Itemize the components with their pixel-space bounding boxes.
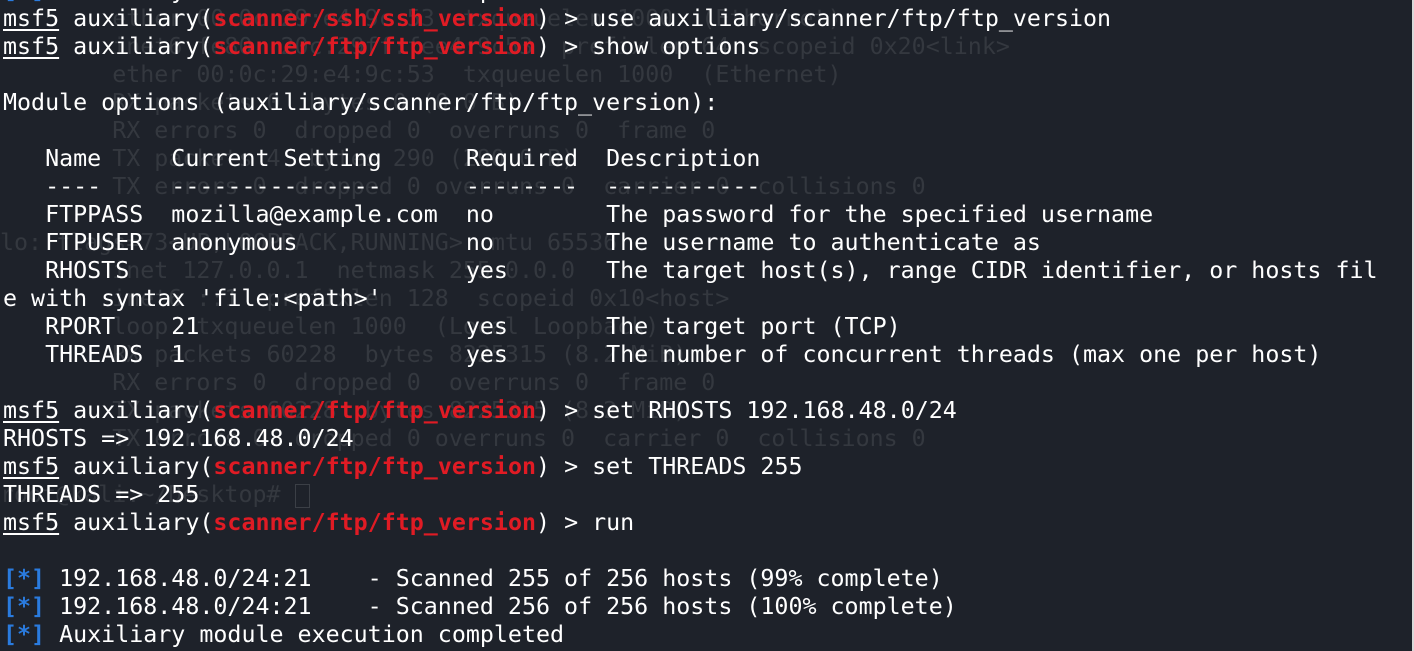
output-line: FTPPASS mozilla@example.com no The passw… — [3, 201, 1154, 228]
prompt-label: msf5 — [3, 453, 60, 480]
status-marker: [*] — [3, 565, 46, 592]
output-line: e with syntax 'file:<path>' — [3, 285, 382, 312]
prompt-module-path: scanner/ftp/ftp_version — [213, 397, 537, 424]
status-marker: [*] — [3, 0, 45, 4]
command-text: set RHOSTS 192.168.48.0/24 — [592, 397, 957, 424]
terminal-output: [*] Auxiliary module execution completed… — [3, 0, 1378, 649]
prompt-module-type: auxiliary — [73, 453, 200, 480]
prompt-label: msf5 — [3, 397, 60, 424]
terminal-window[interactable]: ether 00:0c:29:e4:9c:53 txqueuelen 1000 … — [0, 0, 1414, 651]
prompt-line: msf5 auxiliary(scanner/ssh/ssh_version) … — [3, 5, 1378, 33]
prompt-label: msf5 — [3, 33, 60, 60]
prompt-module-type: auxiliary — [73, 33, 200, 60]
status-text: Auxiliary module execution completed — [45, 0, 564, 4]
status-line: [*] 192.168.48.0/24:21 - Scanned 256 of … — [3, 593, 1378, 621]
prompt-line: msf5 auxiliary(scanner/ftp/ftp_version) … — [3, 453, 1378, 481]
prompt-line: msf5 auxiliary(scanner/ftp/ftp_version) … — [3, 397, 1378, 425]
output-line: RHOSTS => 192.168.48.0/24 — [3, 425, 354, 452]
prompt-open-paren: ( — [199, 397, 214, 424]
status-marker: [*] — [3, 621, 46, 648]
prompt-module-path: scanner/ftp/ftp_version — [213, 33, 537, 60]
prompt-open-paren: ( — [199, 453, 214, 480]
prompt-close: ) > — [536, 453, 593, 480]
command-text: run — [592, 509, 635, 536]
prompt-module-type: auxiliary — [73, 397, 200, 424]
status-text: 192.168.48.0/24:21 - Scanned 256 of 256 … — [45, 593, 957, 620]
prompt-line: msf5 auxiliary(scanner/ftp/ftp_version) … — [3, 33, 1378, 61]
output-line: THREADS 1 yes The number of concurrent t… — [3, 341, 1322, 368]
status-marker: [*] — [3, 593, 46, 620]
status-line: [*] 192.168.48.0/24:21 - Scanned 255 of … — [3, 565, 1378, 593]
status-line: [*] Auxiliary module execution completed — [3, 621, 1378, 649]
prompt-open-paren: ( — [199, 33, 214, 60]
prompt-module-path: scanner/ssh/ssh_version — [213, 5, 537, 32]
command-text: show options — [592, 33, 761, 60]
output-line: Module options (auxiliary/scanner/ftp/ft… — [3, 89, 719, 116]
output-line: Name Current Setting Required Descriptio… — [3, 145, 761, 172]
output-line: THREADS => 255 — [3, 481, 200, 508]
prompt-open-paren: ( — [199, 5, 214, 32]
prompt-close: ) > — [536, 397, 593, 424]
prompt-close: ) > — [536, 509, 593, 536]
prompt-module-type: auxiliary — [73, 5, 200, 32]
command-text: set THREADS 255 — [592, 453, 803, 480]
prompt-close: ) > — [536, 5, 593, 32]
status-text: 192.168.48.0/24:21 - Scanned 255 of 256 … — [45, 565, 943, 592]
prompt-label: msf5 — [3, 509, 60, 536]
prompt-module-type: auxiliary — [73, 509, 200, 536]
command-text: use auxiliary/scanner/ftp/ftp_version — [592, 5, 1112, 32]
prompt-label: msf5 — [3, 5, 60, 32]
prompt-module-path: scanner/ftp/ftp_version — [213, 509, 537, 536]
output-line: RHOSTS yes The target host(s), range CID… — [3, 257, 1378, 284]
prompt-line: msf5 auxiliary(scanner/ftp/ftp_version) … — [3, 509, 1378, 537]
output-line: FTPUSER anonymous no The username to aut… — [3, 229, 1041, 256]
output-line: RPORT 21 yes The target port (TCP) — [3, 313, 901, 340]
prompt-module-path: scanner/ftp/ftp_version — [213, 453, 537, 480]
prompt-close: ) > — [536, 33, 593, 60]
prompt-open-paren: ( — [199, 509, 214, 536]
status-text: Auxiliary module execution completed — [45, 621, 565, 648]
output-line: ---- --------------- -------- ----------… — [3, 173, 761, 200]
